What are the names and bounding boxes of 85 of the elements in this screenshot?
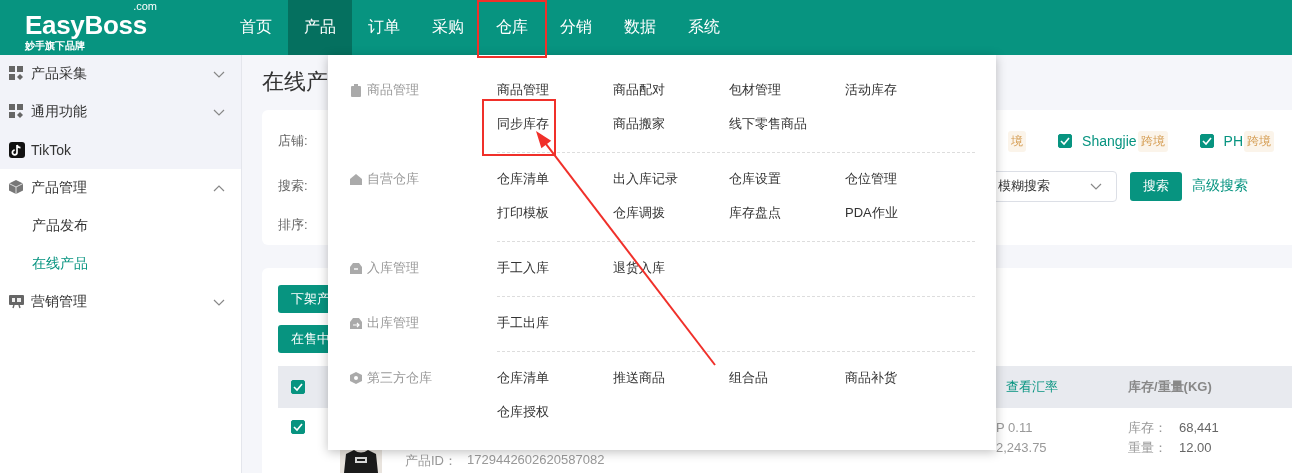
weight-label: 重量： xyxy=(1128,439,1167,457)
sidebar-item[interactable]: 营销管理 xyxy=(0,283,241,321)
nav-tab[interactable]: 数据 xyxy=(608,0,672,55)
chevron-down-icon xyxy=(1090,182,1102,190)
menu-item[interactable]: 包材管理 xyxy=(729,81,781,99)
menu-item[interactable]: 活动库存 xyxy=(845,81,897,99)
sidebar-item-label: 产品管理 xyxy=(31,179,88,197)
menu-item[interactable]: 线下零售商品 xyxy=(729,115,807,133)
sidebar-subitem[interactable]: 在线产品 xyxy=(0,245,241,283)
page-title: 在线产 xyxy=(262,68,328,96)
region-tag: 跨境 xyxy=(1244,130,1274,152)
sidebar-item[interactable]: 产品管理 xyxy=(0,169,241,207)
menu-item[interactable]: 同步库存 xyxy=(497,115,549,133)
menu-group-label: 出库管理 xyxy=(367,314,419,332)
product-id-label: 产品ID： xyxy=(405,452,457,470)
field-label: 店铺: xyxy=(278,132,308,150)
advanced-search-link[interactable]: 高级搜索 xyxy=(1192,177,1248,195)
menu-item[interactable]: 商品补货 xyxy=(845,369,897,387)
grid-icon xyxy=(9,104,25,120)
sidebar-item-label: 产品采集 xyxy=(31,65,88,83)
menu-group-label: 自营仓库 xyxy=(367,170,419,188)
region-tag: 跨境 xyxy=(1137,130,1168,152)
screen-icon xyxy=(9,294,25,310)
nav-tab[interactable]: 分销 xyxy=(544,0,608,55)
menu-item[interactable]: 手工入库 xyxy=(497,259,549,277)
nav-tab[interactable]: 系统 xyxy=(672,0,736,55)
menu-item[interactable]: 库存盘点 xyxy=(729,204,781,222)
logo-suffix: .com xyxy=(133,0,157,12)
nav-tab[interactable]: 首页 xyxy=(224,0,288,55)
menu-item[interactable]: 仓库调拨 xyxy=(613,204,665,222)
cube-icon xyxy=(9,180,25,196)
menu-item[interactable]: 仓库授权 xyxy=(497,403,549,421)
menu-group-label: 入库管理 xyxy=(367,259,419,277)
search-button[interactable]: 搜索 xyxy=(1130,171,1182,201)
menu-item[interactable]: 仓库设置 xyxy=(729,170,781,188)
menu-group-label: 第三方仓库 xyxy=(367,369,432,387)
row-checkbox[interactable] xyxy=(291,420,305,434)
stock-value: 68,441 xyxy=(1179,419,1219,437)
menu-item[interactable]: 推送商品 xyxy=(613,369,665,387)
shop-name: PH xyxy=(1223,133,1243,149)
nav-tab[interactable]: 采购 xyxy=(416,0,480,55)
menu-item[interactable]: 出入库记录 xyxy=(613,170,678,188)
checkbox[interactable] xyxy=(1199,134,1214,148)
menu-item[interactable]: 商品配对 xyxy=(613,81,665,99)
grid-icon xyxy=(9,66,25,82)
menu-item[interactable]: 组合品 xyxy=(729,369,768,387)
stock-label: 库存： xyxy=(1128,419,1167,437)
menu-item[interactable]: PDA作业 xyxy=(845,204,898,222)
field-label: 排序: xyxy=(278,216,308,234)
sidebar-subitem[interactable]: 产品发布 xyxy=(0,207,241,245)
menu-item[interactable]: 仓位管理 xyxy=(845,170,897,188)
menu-item[interactable]: 打印模板 xyxy=(497,204,549,222)
sidebar-item[interactable]: 产品采集 xyxy=(0,55,241,93)
field-label: 搜索: xyxy=(278,177,308,195)
select-all-checkbox[interactable] xyxy=(291,380,305,394)
nav-tab[interactable]: 仓库 xyxy=(480,0,544,55)
logo-wordmark: EasyBoss xyxy=(25,9,147,40)
shop-name: Shangjie xyxy=(1082,133,1137,149)
nav-tab[interactable]: 订单 xyxy=(352,0,416,55)
menu-item[interactable]: 仓库清单 xyxy=(497,170,549,188)
column-header: 库存/重量(KG) xyxy=(1128,378,1212,396)
nav-tab[interactable]: 产品 xyxy=(288,0,352,55)
weight-value: 12.00 xyxy=(1179,439,1212,457)
menu-item[interactable]: 手工出库 xyxy=(497,314,549,332)
menu-group-label: 商品管理 xyxy=(367,81,419,99)
product-id: 1729442602620587082 xyxy=(467,452,605,469)
sidebar-item-label: 通用功能 xyxy=(31,103,88,121)
hexagon-icon xyxy=(350,371,362,385)
sidebar-item[interactable]: 通用功能 xyxy=(0,93,241,131)
sidebar-item-label: TikTok xyxy=(31,142,72,158)
menu-item[interactable]: 商品管理 xyxy=(497,81,549,99)
music-note-icon xyxy=(9,142,25,158)
menu-item[interactable]: 商品搬家 xyxy=(613,115,665,133)
price-text: P 0.11 xyxy=(996,419,1033,437)
tray-icon xyxy=(350,316,362,330)
price-text: 2,243.75 xyxy=(996,439,1047,457)
menu-item[interactable]: 仓库清单 xyxy=(497,369,549,387)
checkbox[interactable] xyxy=(1058,134,1073,148)
logo-tagline: 妙手旗下品牌 xyxy=(25,39,85,52)
house-icon xyxy=(350,172,362,186)
sidebar-item[interactable]: TikTok xyxy=(0,131,241,169)
region-tag: 境 xyxy=(1008,130,1027,152)
tray-icon xyxy=(350,261,362,275)
sidebar-item-label: 营销管理 xyxy=(31,293,88,311)
clipboard-icon xyxy=(350,83,362,97)
